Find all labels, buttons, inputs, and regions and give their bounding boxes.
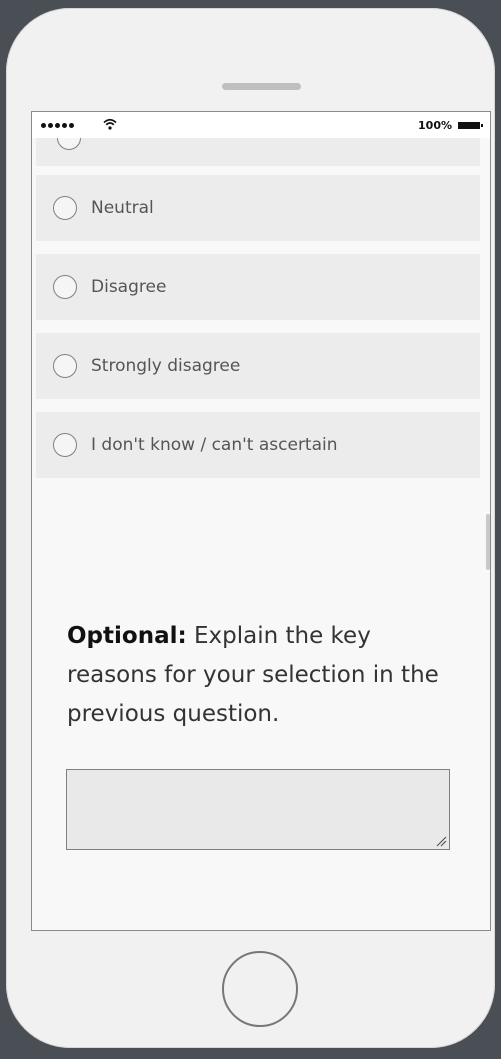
phone-frame: 100% Neutral Disagree Strongly disagree	[6, 8, 495, 1048]
partial-option[interactable]	[36, 126, 480, 166]
option-strongly-disagree[interactable]: Strongly disagree	[36, 333, 480, 399]
survey-content: Neutral Disagree Strongly disagree I don…	[32, 112, 490, 930]
scrollbar[interactable]	[486, 514, 490, 570]
radio-icon[interactable]	[53, 275, 77, 299]
radio-icon[interactable]	[53, 433, 77, 457]
option-disagree[interactable]: Disagree	[36, 254, 480, 320]
phone-screen: 100% Neutral Disagree Strongly disagree	[31, 111, 491, 931]
explanation-textarea[interactable]	[66, 769, 450, 850]
optional-prompt-lead: Optional:	[67, 623, 187, 649]
speaker-grill	[222, 83, 301, 90]
optional-prompt: Optional: Explain the key reasons for yo…	[67, 617, 457, 734]
option-label: I don't know / can't ascertain	[91, 435, 338, 455]
option-label: Disagree	[91, 277, 167, 297]
option-neutral[interactable]: Neutral	[36, 175, 480, 241]
resize-handle-icon[interactable]	[435, 835, 447, 847]
option-label: Neutral	[91, 198, 154, 218]
radio-icon[interactable]	[53, 196, 77, 220]
battery-icon	[458, 122, 483, 129]
option-label: Strongly disagree	[91, 356, 241, 376]
status-bar: 100%	[32, 112, 490, 138]
radio-icon[interactable]	[53, 354, 77, 378]
battery-percent: 100%	[418, 119, 452, 132]
option-dont-know[interactable]: I don't know / can't ascertain	[36, 412, 480, 478]
wifi-icon	[103, 118, 117, 130]
signal-dots-icon	[41, 123, 74, 128]
home-button[interactable]	[222, 951, 298, 1027]
